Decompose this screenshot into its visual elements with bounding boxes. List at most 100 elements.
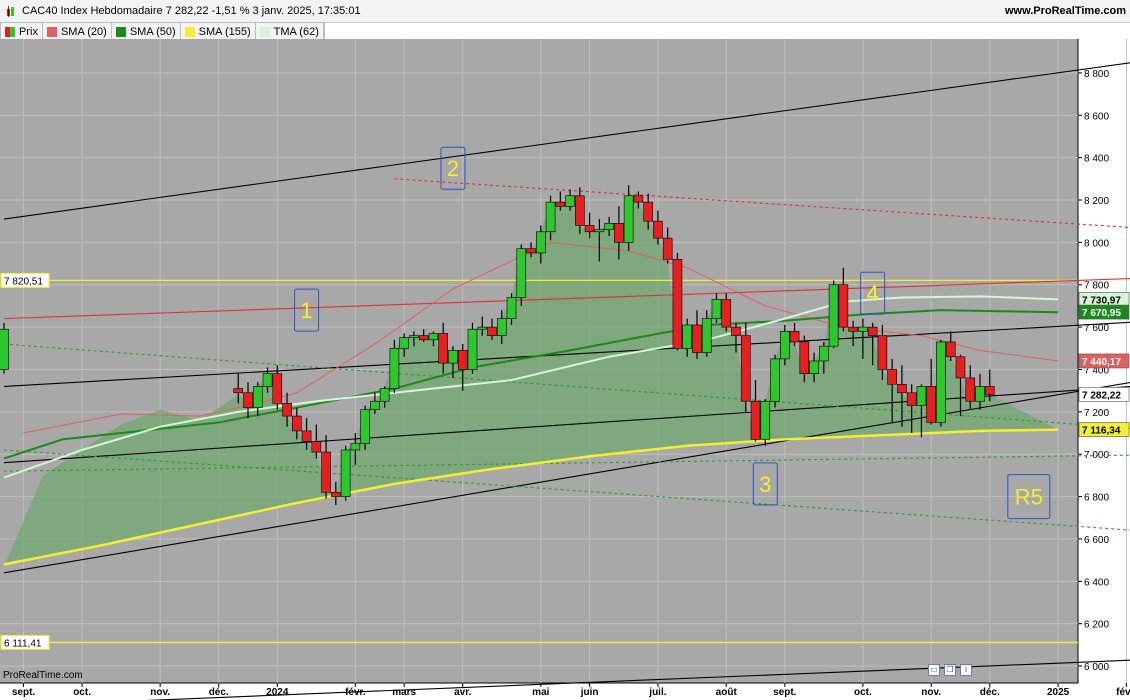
y-tick-label: 8 800 <box>1084 69 1109 80</box>
price-chart[interactable]: 8 8008 6008 4008 2008 0007 8007 6007 400… <box>0 39 1130 700</box>
legend-item-sma155[interactable]: SMA (155) <box>181 23 256 40</box>
candle-body <box>418 335 429 341</box>
copy-icon[interactable]: ❐ <box>944 664 956 676</box>
candle-body <box>838 284 849 328</box>
candle-body <box>906 392 917 406</box>
candle-body <box>623 195 634 243</box>
candle-body <box>887 369 897 385</box>
wave-label: 2 <box>447 156 459 181</box>
legend-item-prix[interactable]: Prix <box>1 23 43 40</box>
candle-body <box>858 326 868 332</box>
candle-body <box>643 201 653 222</box>
price-label: 7 440,17 <box>1082 357 1121 368</box>
x-tick-label: déc. <box>209 687 229 698</box>
candle-body <box>740 335 751 402</box>
candle-body <box>321 451 331 493</box>
candle-body <box>467 328 478 370</box>
legend-label: Prix <box>19 25 38 38</box>
legend-item-sma50[interactable]: SMA (50) <box>112 23 181 40</box>
candle-body <box>409 335 419 338</box>
legend-label: TMA (62) <box>273 25 319 38</box>
candle-body <box>438 333 449 364</box>
x-tick-label: mai <box>532 687 549 698</box>
candle-body <box>496 318 507 336</box>
legend-item-tma62[interactable]: TMA (62) <box>256 23 324 40</box>
x-tick-label: oct. <box>854 687 872 698</box>
y-tick-label: 7 200 <box>1084 408 1109 419</box>
candle-body <box>262 373 273 387</box>
candle-body <box>272 373 283 404</box>
wave-label: 1 <box>300 298 312 323</box>
price-label: 7 282,22 <box>1082 390 1121 401</box>
candle-body <box>360 409 370 444</box>
candle-body <box>926 386 937 423</box>
x-tick-label: 2025 <box>1047 687 1070 698</box>
y-tick-label: 6 400 <box>1084 577 1109 588</box>
candle-body <box>311 441 322 453</box>
candle-body <box>936 341 946 423</box>
price-label: 7 670,95 <box>1082 308 1121 319</box>
candle-body <box>252 386 263 408</box>
candle-body <box>750 400 761 440</box>
candle-body <box>594 229 605 233</box>
x-tick-label: nov. <box>921 687 941 698</box>
candle-body <box>760 400 771 440</box>
x-tick-label: déc. <box>980 687 1000 698</box>
window-icon[interactable]: ▭ <box>928 664 940 676</box>
legend-swatch <box>115 26 126 37</box>
candle-body <box>633 195 644 203</box>
x-tick-label: juin <box>580 687 599 698</box>
footer-toolbar: ▭ ❐ i <box>928 664 972 676</box>
candle-body <box>867 326 878 336</box>
candle-body <box>243 392 253 408</box>
candle-body <box>575 195 585 226</box>
candle-body <box>604 223 614 230</box>
candle-body <box>965 377 976 402</box>
x-tick-label: juil. <box>648 687 666 698</box>
candle-body <box>457 350 468 370</box>
candle-body <box>984 386 995 395</box>
candle-body <box>799 341 810 375</box>
candle-body <box>809 360 819 375</box>
x-tick-label: sept. <box>12 687 36 698</box>
wave-label: 4 <box>867 281 879 306</box>
chart-title: CAC40 Index Hebdomadaire 7 282,22 -1,51 … <box>22 5 361 17</box>
candle-body <box>819 345 829 362</box>
candle-body <box>584 225 595 233</box>
candle-body <box>389 347 400 389</box>
x-tick-label: sept. <box>773 687 797 698</box>
legend-item-sma20[interactable]: SMA (20) <box>43 23 112 40</box>
legend-swatch <box>5 26 15 37</box>
x-tick-label: 2024 <box>266 687 289 698</box>
candle-body <box>282 403 292 417</box>
y-tick-label: 7 800 <box>1084 281 1109 292</box>
candle-body <box>975 386 985 402</box>
site-url[interactable]: www.ProRealTime.com <box>1005 5 1126 17</box>
y-tick-label: 8 400 <box>1084 154 1109 165</box>
legend-swatch <box>46 26 57 37</box>
candle-body <box>301 430 312 442</box>
x-tick-label: nov. <box>150 687 170 698</box>
candle-body <box>506 297 517 319</box>
info-icon[interactable]: i <box>960 664 972 676</box>
candle-body <box>672 259 683 349</box>
candle-body <box>233 388 244 394</box>
candle-body <box>721 299 732 328</box>
candle-body <box>877 335 888 370</box>
wave-label: R5 <box>1015 485 1043 510</box>
candle-body <box>916 386 927 406</box>
candle-body <box>779 331 790 360</box>
candle-body <box>555 201 566 207</box>
x-tick-label: mars <box>392 687 416 698</box>
candle-body <box>565 195 575 207</box>
candle-body <box>535 231 546 254</box>
candle-body <box>789 331 800 343</box>
candle-body <box>945 341 956 358</box>
candle-body <box>350 443 361 451</box>
candle-body <box>614 223 624 243</box>
legend-label: SMA (155) <box>198 25 251 38</box>
candle-body <box>428 333 439 341</box>
level-label: 7 820,51 <box>4 276 43 287</box>
candle-body <box>477 326 488 330</box>
y-tick-label: 8 600 <box>1084 111 1109 122</box>
